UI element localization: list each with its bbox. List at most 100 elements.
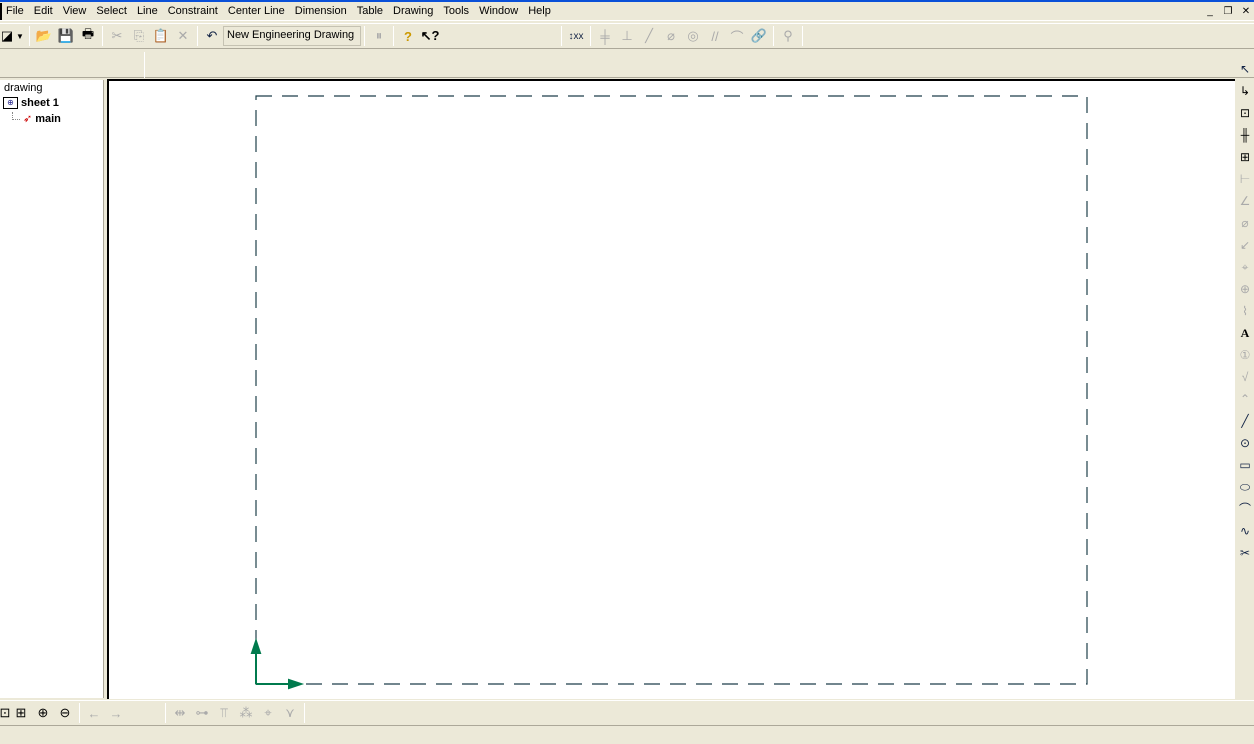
- text-icon[interactable]: A: [1236, 322, 1254, 344]
- parallel-constraint-icon[interactable]: ╪: [594, 25, 616, 47]
- tree-root-label: drawing: [4, 82, 43, 94]
- menu-select[interactable]: Select: [91, 3, 132, 20]
- dimension-icon[interactable]: ↕xx: [565, 25, 587, 47]
- separator: [144, 52, 145, 78]
- menu-line[interactable]: Line: [132, 3, 163, 20]
- menu-dimension[interactable]: Dimension: [290, 3, 352, 20]
- ordinate-icon[interactable]: ⌖: [1236, 256, 1254, 278]
- zoom-fit-icon[interactable]: ⊡: [0, 702, 10, 724]
- symmetry-icon[interactable]: ⌇: [1236, 300, 1254, 322]
- ellipse-icon[interactable]: ⬭: [1236, 476, 1254, 498]
- spline-icon[interactable]: ∿: [1236, 520, 1254, 542]
- center-line-icon[interactable]: ⊕: [1236, 278, 1254, 300]
- link-icon[interactable]: 🔗: [748, 25, 770, 47]
- status-bar: [0, 728, 1254, 744]
- sheet-icon: ⊕: [3, 97, 18, 109]
- separator: [590, 26, 591, 46]
- minimize-icon[interactable]: _: [1202, 5, 1218, 19]
- previous-view-icon[interactable]: ←: [83, 702, 105, 724]
- tree-view-label: main: [35, 112, 61, 125]
- concentric-icon[interactable]: ◎: [682, 25, 704, 47]
- model-tree: drawing ⊕ sheet 1 ➶ main: [0, 80, 104, 698]
- open-folder-icon[interactable]: 📂: [33, 25, 55, 47]
- draw-line-icon[interactable]: ╱: [1236, 410, 1254, 432]
- print-icon[interactable]: 🖶: [77, 25, 99, 47]
- menu-center-line[interactable]: Center Line: [223, 3, 290, 20]
- select-table-icon[interactable]: ⊞: [1236, 146, 1254, 168]
- separator: [29, 26, 30, 46]
- paste-icon[interactable]: 📋: [150, 25, 172, 47]
- undo-icon[interactable]: ↶: [201, 25, 223, 47]
- trim-icon[interactable]: ✂: [1236, 542, 1254, 564]
- tree-connector: [12, 111, 20, 120]
- radius-dim-icon[interactable]: ↙: [1236, 234, 1254, 256]
- vertical-constraint-icon[interactable]: ⫪: [213, 702, 235, 724]
- separator: [165, 703, 166, 723]
- menu-table[interactable]: Table: [352, 3, 388, 20]
- symmetric-icon[interactable]: ⋎: [279, 702, 301, 724]
- sheet-frame: [255, 95, 1088, 685]
- select-line-icon[interactable]: ↳: [1236, 80, 1254, 102]
- rectangle-icon[interactable]: ▭: [1236, 454, 1254, 476]
- separator: [364, 26, 365, 46]
- zoom-in-icon[interactable]: ⊕: [32, 702, 54, 724]
- menu-constraint[interactable]: Constraint: [163, 3, 223, 20]
- perpendicular-icon[interactable]: ⊥: [616, 25, 638, 47]
- context-help-icon[interactable]: ↖?: [419, 25, 441, 47]
- view-icon: ➶: [23, 113, 33, 125]
- horizontal-constraint-icon[interactable]: ⇹: [169, 702, 191, 724]
- tree-sheet[interactable]: ⊕ sheet 1: [3, 97, 59, 109]
- separator: [102, 26, 103, 46]
- select-icon[interactable]: ↖: [1236, 58, 1254, 80]
- zoom-window-icon[interactable]: ⊞: [10, 702, 32, 724]
- arc-icon[interactable]: ⌒: [1236, 498, 1254, 520]
- cut-icon[interactable]: ✂: [106, 25, 128, 47]
- save-icon[interactable]: 💾: [55, 25, 77, 47]
- equal-icon[interactable]: //: [704, 25, 726, 47]
- origin-axes: [250, 637, 305, 690]
- weld-icon[interactable]: ⌃: [1236, 388, 1254, 410]
- next-view-icon[interactable]: →: [105, 702, 127, 724]
- help-icon[interactable]: ?: [397, 25, 419, 47]
- close-icon[interactable]: ✕: [1238, 5, 1254, 19]
- zoom-search-icon[interactable]: ⚲: [777, 25, 799, 47]
- separator: [773, 26, 774, 46]
- restore-icon[interactable]: ❐: [1220, 5, 1236, 19]
- secondary-toolbar: [0, 50, 1254, 78]
- view-toolbar: ⊡ ⊞ ⊕ ⊖ ← → ⇹ ⊶ ⫪ ⁂ ⌖ ⋎: [0, 700, 1254, 726]
- point-icon[interactable]: ⌖: [257, 702, 279, 724]
- zoom-out-icon[interactable]: ⊖: [54, 702, 76, 724]
- pattern-icon[interactable]: ⁂: [235, 702, 257, 724]
- tangent-icon[interactable]: ⌀: [660, 25, 682, 47]
- traffic-light-icon[interactable]: ⏸: [368, 25, 390, 47]
- dropdown-arrow-icon[interactable]: ▼: [14, 25, 26, 47]
- menu-window[interactable]: Window: [474, 3, 523, 20]
- balloon-icon[interactable]: ①: [1236, 344, 1254, 366]
- copy-icon[interactable]: ⎘: [128, 25, 150, 47]
- angle-dim-icon[interactable]: ∠: [1236, 190, 1254, 212]
- delete-icon[interactable]: ✕: [172, 25, 194, 47]
- separator: [197, 26, 198, 46]
- arc-tangent-icon[interactable]: ⌒: [726, 25, 748, 47]
- line-icon[interactable]: ╱: [638, 25, 660, 47]
- menu-drawing[interactable]: Drawing: [388, 3, 438, 20]
- separator: [79, 703, 80, 723]
- drawing-name-field[interactable]: New Engineering Drawing: [223, 26, 361, 46]
- menu-tools[interactable]: Tools: [438, 3, 474, 20]
- new-icon[interactable]: ◪: [0, 25, 14, 47]
- main-toolbar: ◪ ▼ 📂 💾 🖶 ✂ ⎘ 📋 ✕ ↶ New Engineering Draw…: [0, 23, 1254, 49]
- tree-view-main[interactable]: ➶ main: [12, 111, 61, 125]
- linear-dim-icon[interactable]: ⊢: [1236, 168, 1254, 190]
- select-center-icon[interactable]: ╫: [1236, 124, 1254, 146]
- menu-help[interactable]: Help: [523, 3, 556, 20]
- tree-root[interactable]: drawing: [4, 82, 43, 94]
- menu-view[interactable]: View: [58, 3, 92, 20]
- menu-edit[interactable]: Edit: [29, 3, 58, 20]
- surface-finish-icon[interactable]: √: [1236, 366, 1254, 388]
- diameter-dim-icon[interactable]: ⌀: [1236, 212, 1254, 234]
- menu-file[interactable]: File: [0, 2, 29, 20]
- select-dim-icon[interactable]: ⊡: [1236, 102, 1254, 124]
- collinear-icon[interactable]: ⊶: [191, 702, 213, 724]
- drawing-canvas[interactable]: [107, 79, 1235, 699]
- circle-icon[interactable]: ⊙: [1236, 432, 1254, 454]
